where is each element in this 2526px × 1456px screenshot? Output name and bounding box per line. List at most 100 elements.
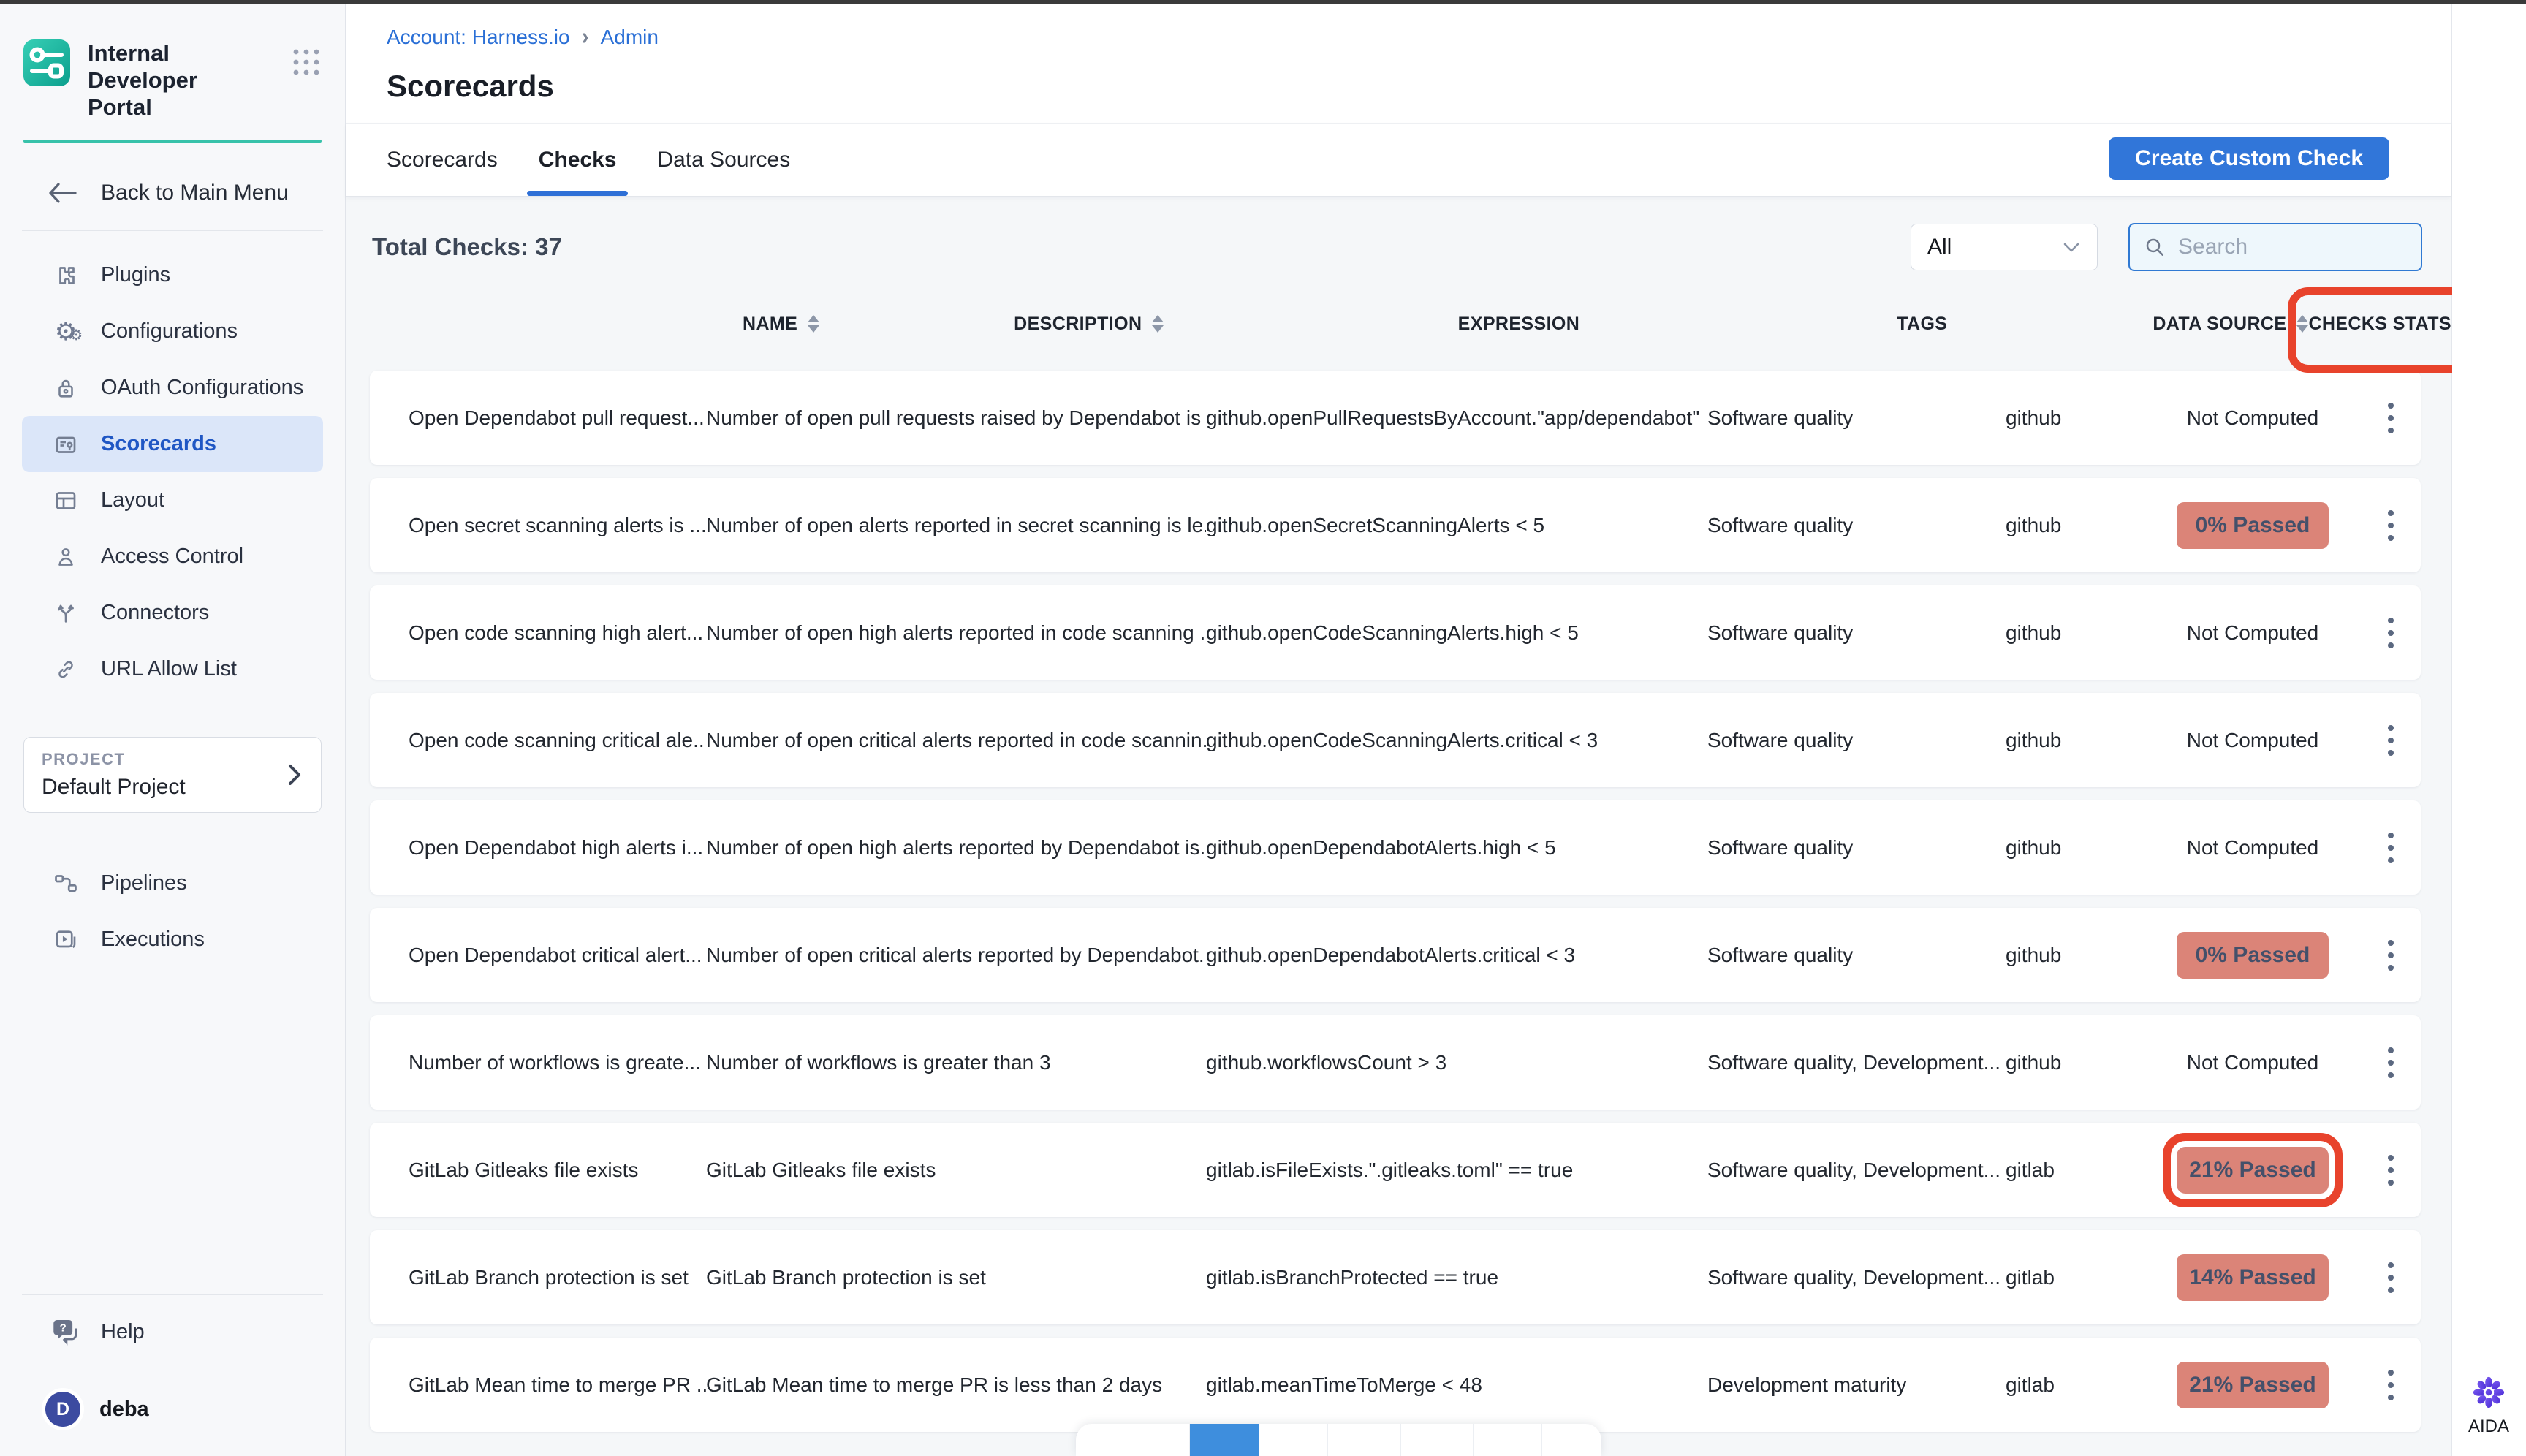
pagination-segment[interactable] (1076, 1424, 1189, 1456)
check-tags: Development maturity (1707, 1373, 2006, 1397)
check-name: Open code scanning high alert... (409, 621, 706, 645)
back-to-main-menu[interactable]: Back to Main Menu (48, 181, 345, 205)
pagination-segment[interactable] (1259, 1424, 1327, 1456)
search-input[interactable] (2177, 234, 2399, 260)
sort-icon[interactable] (2296, 315, 2308, 333)
sort-icon[interactable] (1152, 315, 1164, 333)
search-icon (2143, 235, 2166, 259)
table-row[interactable]: Open Dependabot high alerts i... Number … (370, 800, 2421, 895)
pagination-active-page[interactable] (1189, 1424, 1259, 1456)
table-row[interactable]: Open Dependabot pull request... Number o… (370, 371, 2421, 465)
row-menu-button[interactable] (2360, 1258, 2421, 1297)
row-menu-button[interactable] (2360, 613, 2421, 653)
tab-data-sources[interactable]: Data Sources (657, 124, 790, 196)
row-menu-button[interactable] (2360, 1150, 2421, 1190)
check-description: GitLab Mean time to merge PR is less tha… (706, 1373, 1206, 1397)
row-menu-button[interactable] (2360, 828, 2421, 868)
sort-icon[interactable] (808, 315, 819, 333)
executions-icon (51, 927, 80, 953)
project-label: PROJECT (42, 750, 286, 769)
filter-dropdown-value: All (1927, 235, 2062, 259)
kebab-icon (2383, 398, 2398, 438)
sidebar-item-pipelines[interactable]: Pipelines (0, 855, 345, 911)
kebab-icon (2383, 1365, 2398, 1405)
check-name: GitLab Mean time to merge PR ... (409, 1373, 706, 1397)
sidebar-item-label: Plugins (101, 263, 170, 287)
check-data-source: github (2006, 406, 2163, 430)
check-data-source: github (2006, 836, 2163, 860)
check-tags: Software quality, Development... (1707, 1051, 2006, 1074)
row-menu-button[interactable] (2360, 398, 2421, 438)
table-row[interactable]: Open code scanning high alert... Number … (370, 585, 2421, 680)
back-label: Back to Main Menu (101, 181, 289, 205)
pagination-segment[interactable] (1541, 1424, 1601, 1456)
table-row[interactable]: Open secret scanning alerts is ... Numbe… (370, 478, 2421, 572)
tab-checks[interactable]: Checks (539, 124, 617, 196)
row-menu-button[interactable] (2360, 936, 2421, 975)
pagination-segment[interactable] (1473, 1424, 1541, 1456)
check-stats: Not Computed (2187, 729, 2319, 751)
check-data-source: github (2006, 1051, 2163, 1074)
chevron-right-icon: › (582, 23, 589, 50)
aida-assistant-button[interactable]: AIDA (2452, 1376, 2525, 1437)
row-menu-button[interactable] (2360, 1043, 2421, 1082)
check-tags: Software quality (1707, 944, 2006, 967)
pagination-bar[interactable] (1076, 1424, 1601, 1456)
check-description: Number of open high alerts reported by D… (706, 836, 1206, 860)
pagination-segment[interactable] (1327, 1424, 1400, 1456)
branch-arrows-icon (51, 600, 80, 626)
row-menu-button[interactable] (2360, 506, 2421, 545)
sidebar-item-label: Executions (101, 928, 205, 952)
row-menu-button[interactable] (2360, 721, 2421, 760)
sidebar-item-plugins[interactable]: Plugins (0, 247, 345, 303)
table-row[interactable]: Open Dependabot critical alert... Number… (370, 908, 2421, 1002)
check-name: Open code scanning critical ale... (409, 729, 706, 752)
tab-scorecards[interactable]: Scorecards (387, 124, 498, 196)
help-button[interactable]: ? Help (0, 1303, 345, 1361)
kebab-icon (2383, 828, 2398, 868)
user-menu[interactable]: D deba (0, 1379, 345, 1440)
check-tags: Software quality (1707, 836, 2006, 860)
filter-row: Total Checks: 37 All (372, 223, 2422, 271)
check-description: Number of open critical alerts reported … (706, 944, 1206, 967)
check-name: GitLab Gitleaks file exists (409, 1159, 706, 1182)
page-header: Account: Harness.io › Admin Scorecards (346, 0, 2451, 123)
sidebar-item-executions[interactable]: Executions (0, 911, 345, 968)
create-custom-check-button[interactable]: Create Custom Check (2109, 137, 2389, 180)
table-row[interactable]: GitLab Gitleaks file exists GitLab Gitle… (370, 1123, 2421, 1217)
table-row[interactable]: Open code scanning critical ale... Numbe… (370, 693, 2421, 787)
table-row[interactable]: GitLab Mean time to merge PR ... GitLab … (370, 1338, 2421, 1432)
sidebar-item-connectors[interactable]: Connectors (0, 585, 345, 641)
help-chat-icon: ? (51, 1318, 80, 1346)
filter-dropdown[interactable]: All (1911, 224, 2098, 270)
sidebar-item-scorecards[interactable]: Scorecards (22, 416, 323, 472)
sidebar-item-url-allow-list[interactable]: URL Allow List (0, 641, 345, 697)
check-tags: Software quality (1707, 406, 2006, 430)
sidebar-item-label: Layout (101, 488, 164, 512)
sidebar-item-configurations[interactable]: ⚙⚙ Configurations (0, 303, 345, 360)
chevron-down-icon (2062, 240, 2081, 254)
row-menu-button[interactable] (2360, 1365, 2421, 1405)
breadcrumb-admin-link[interactable]: Admin (601, 26, 659, 49)
check-name: Open Dependabot pull request... (409, 406, 706, 430)
link-icon (51, 656, 80, 683)
sidebar-item-label: Pipelines (101, 871, 187, 895)
project-selector[interactable]: PROJECT Default Project (23, 737, 322, 813)
breadcrumb-account-link[interactable]: Account: Harness.io (387, 26, 570, 49)
check-name: Open Dependabot critical alert... (409, 944, 706, 967)
sidebar-item-oauth-configurations[interactable]: OAuth Configurations (0, 360, 345, 416)
sidebar-item-access-control[interactable]: Access Control (0, 528, 345, 585)
check-expression: github.openPullRequestsByAccount."app/de… (1206, 406, 1707, 430)
lock-icon (51, 375, 80, 401)
check-tags: Software quality, Development... (1707, 1159, 2006, 1182)
idp-logo (23, 39, 70, 86)
table-row[interactable]: Number of workflows is greate... Number … (370, 1015, 2421, 1110)
app-switcher-grid-icon[interactable] (289, 45, 323, 79)
table-row[interactable]: GitLab Branch protection is set GitLab B… (370, 1230, 2421, 1324)
sidebar-item-layout[interactable]: Layout (0, 472, 345, 528)
check-expression: github.openCodeScanningAlerts.critical <… (1206, 729, 1707, 752)
check-expression: github.openSecretScanningAlerts < 5 (1206, 514, 1707, 537)
search-box[interactable] (2128, 223, 2422, 271)
pagination-segment[interactable] (1400, 1424, 1473, 1456)
sidebar-item-label: OAuth Configurations (101, 376, 303, 400)
